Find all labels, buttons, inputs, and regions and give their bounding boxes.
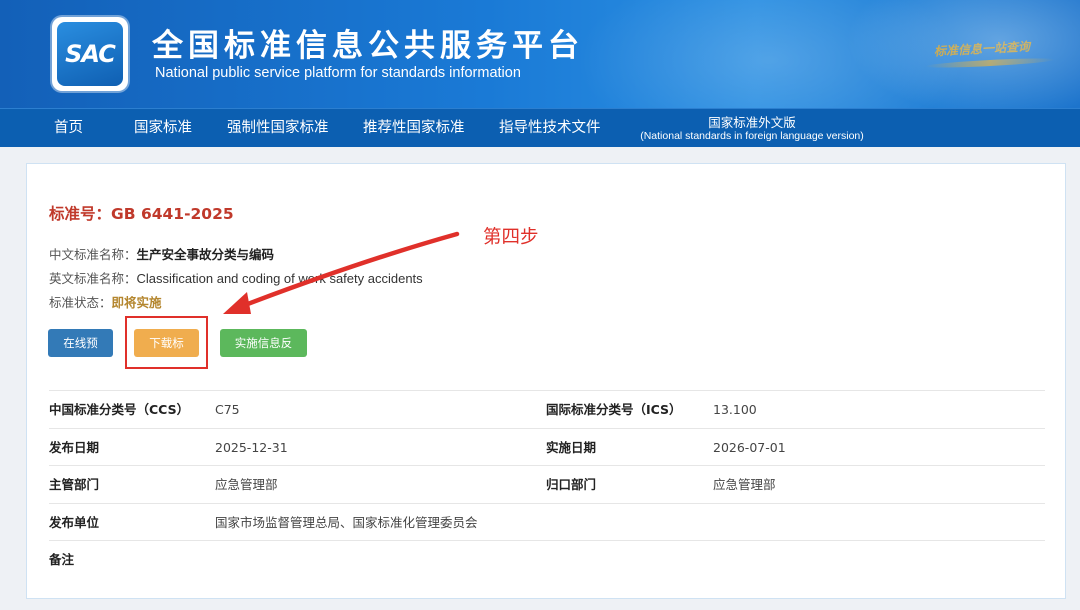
site-subtitle: National public service platform for sta…: [155, 65, 521, 81]
ccs-value: C75: [215, 402, 240, 417]
standard-detail-card: 标准号：GB 6441-2025 中文标准名称：生产安全事故分类与编码 英文标准…: [26, 163, 1066, 599]
sac-logo-text: SAC: [57, 22, 123, 86]
impl-date-value: 2026-07-01: [713, 439, 786, 455]
ccs-label: 中国标准分类号（CCS）: [49, 402, 190, 417]
central-dept-label: 归口部门: [546, 477, 597, 492]
details-row-publisher: 发布单位 国家市场监督管理总局、国家标准化管理委员会: [49, 502, 1045, 541]
publish-date-label: 发布日期: [49, 439, 100, 455]
nav-item-mandatory-standards[interactable]: 强制性国家标准: [227, 109, 329, 148]
nav-item-guidance-documents[interactable]: 指导性技术文件: [499, 109, 601, 148]
details-row-dates: 发布日期 2025-12-31 实施日期 2026-07-01: [49, 427, 1045, 466]
impl-date-label: 实施日期: [546, 439, 597, 455]
nav-item-recommended-standards[interactable]: 推荐性国家标准: [363, 109, 465, 148]
details-row-classification: 中国标准分类号（CCS） C75 国际标准分类号（ICS） 13.100: [49, 390, 1045, 428]
slogan-calligraphy: 标准信息一站查询: [933, 39, 1031, 59]
competent-dept-label: 主管部门: [49, 477, 100, 492]
details-row-remarks: 备注: [49, 540, 1045, 578]
arrow-line: [229, 231, 460, 313]
sac-logo[interactable]: SAC: [52, 17, 128, 91]
ics-value: 13.100: [713, 402, 757, 417]
competent-dept-value: 应急管理部: [215, 477, 278, 492]
nav-foreign-label: 国家标准外文版: [708, 115, 796, 130]
nav-item-national-standards[interactable]: 国家标准: [134, 109, 192, 148]
remarks-label: 备注: [49, 552, 75, 567]
nav-item-home[interactable]: 首页: [54, 109, 83, 148]
standard-details-table: 中国标准分类号（CCS） C75 国际标准分类号（ICS） 13.100 发布日…: [49, 390, 1045, 578]
central-dept-value: 应急管理部: [713, 477, 776, 492]
publish-date-value: 2025-12-31: [215, 439, 288, 455]
main-nav: 首页 国家标准 强制性国家标准 推荐性国家标准 指导性技术文件 国家标准外文版 …: [0, 108, 1080, 147]
nav-item-foreign-language-version[interactable]: 国家标准外文版 (National standards in foreign l…: [636, 116, 868, 142]
site-title: 全国标准信息公共服务平台: [152, 28, 584, 64]
nav-foreign-sublabel: (National standards in foreign language …: [640, 129, 864, 142]
header-banner: SAC 全国标准信息公共服务平台 National public service…: [0, 0, 1080, 108]
ics-label: 国际标准分类号（ICS）: [546, 402, 682, 417]
slogan-swoosh-decoration: [924, 56, 1056, 70]
details-row-departments: 主管部门 应急管理部 归口部门 应急管理部: [49, 465, 1045, 503]
publisher-value: 国家市场监督管理总局、国家标准化管理委员会: [215, 514, 478, 530]
arrow-head: [223, 292, 251, 314]
publisher-label: 发布单位: [49, 514, 100, 530]
